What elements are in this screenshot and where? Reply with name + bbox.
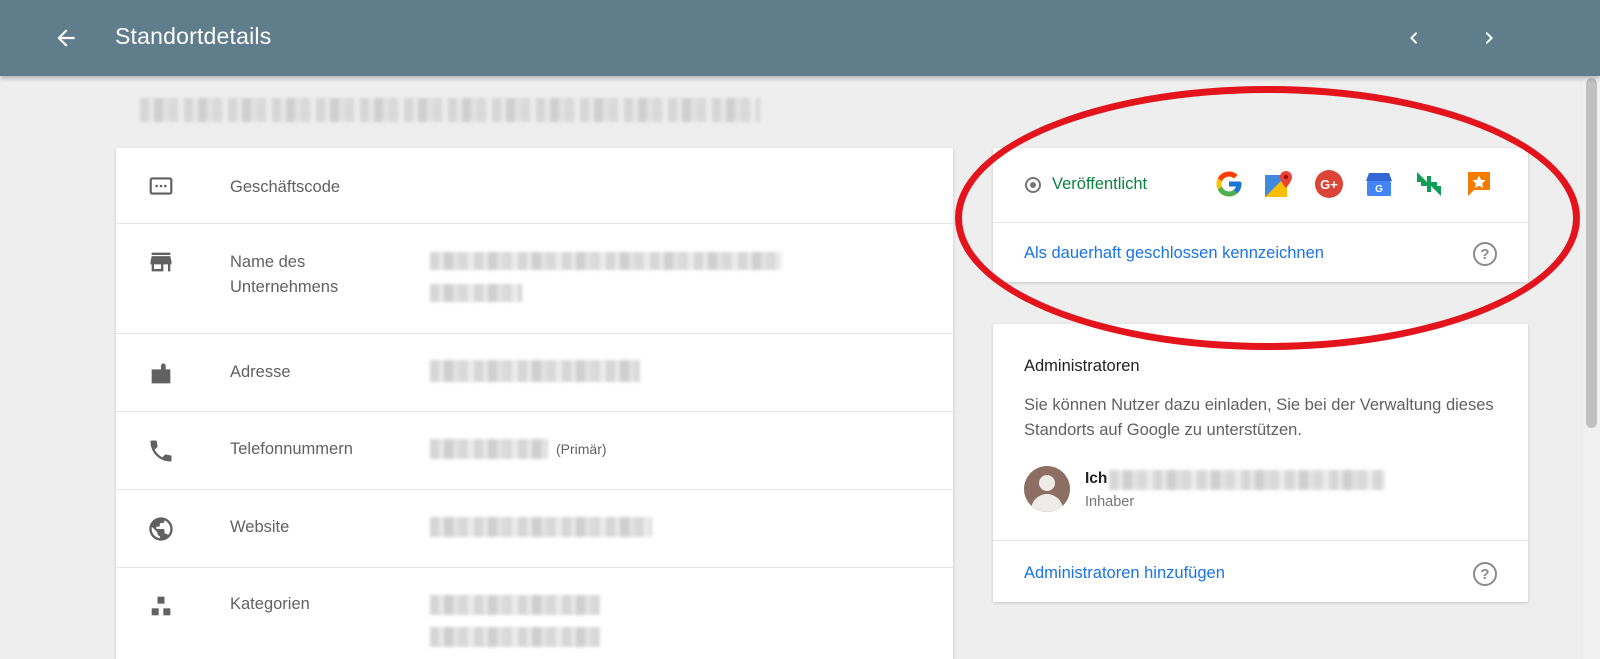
row-categories[interactable]: Kategorien xyxy=(116,568,953,659)
administrators-description: Sie können Nutzer dazu einladen, Sie bei… xyxy=(1024,396,1494,439)
back-button[interactable] xyxy=(50,22,82,54)
globe-icon xyxy=(147,515,175,543)
status-card-divider xyxy=(993,222,1528,223)
administrators-heading: Administratoren xyxy=(1024,357,1140,375)
avatar-body xyxy=(1031,494,1063,512)
help-icon[interactable]: ? xyxy=(1473,242,1497,266)
admin-role: Inhaber xyxy=(1085,494,1135,510)
address-icon xyxy=(147,360,175,388)
next-location-button[interactable] xyxy=(1475,24,1503,52)
avatar xyxy=(1024,466,1070,512)
published-status-icon xyxy=(1025,177,1041,193)
google-maps-icon[interactable] xyxy=(1263,168,1295,200)
publish-status-card: Veröffentlicht G+ G Als dauerhaft geschl… xyxy=(993,148,1528,282)
label-phone: Telefonnummern xyxy=(230,440,353,458)
page-scrollbar-thumb[interactable] xyxy=(1586,78,1597,428)
mark-permanently-closed-link[interactable]: Als dauerhaft geschlossen kennzeichnen xyxy=(1024,244,1324,263)
location-details-card: Geschäftscode Name des Unternehmens Adre… xyxy=(116,148,953,659)
blurred-website-url xyxy=(430,517,652,537)
phone-icon xyxy=(147,437,175,465)
reviews-star-icon[interactable] xyxy=(1463,168,1495,200)
admin-name: Ich xyxy=(1085,470,1108,487)
blurred-phone-number xyxy=(430,439,548,459)
svg-text:G: G xyxy=(1375,184,1383,195)
app-bar: Standortdetails xyxy=(0,0,1600,76)
page-title: Standortdetails xyxy=(115,23,272,49)
blurred-business-name-line1 xyxy=(430,252,782,270)
blurred-address xyxy=(430,360,640,382)
google-plus-icon[interactable]: G+ xyxy=(1313,168,1345,200)
store-icon xyxy=(147,248,175,276)
svg-text:G+: G+ xyxy=(1320,177,1338,192)
blurred-category-secondary xyxy=(430,627,600,647)
add-administrators-link[interactable]: Administratoren hinzufügen xyxy=(1024,564,1225,583)
chevron-left-icon xyxy=(1410,32,1418,44)
help-icon[interactable]: ? xyxy=(1473,562,1497,586)
administrators-card: Administratoren Sie können Nutzer dazu e… xyxy=(993,324,1528,602)
label-address: Adresse xyxy=(230,363,291,381)
row-website[interactable]: Website xyxy=(116,490,953,568)
admin-card-divider xyxy=(993,540,1528,541)
blurred-location-name xyxy=(140,98,760,122)
reviews-swap-icon[interactable] xyxy=(1413,168,1445,200)
published-status-label: Veröffentlicht xyxy=(1052,175,1148,193)
help-glyph: ? xyxy=(1480,565,1490,583)
business-code-icon xyxy=(147,172,175,200)
blurred-admin-email xyxy=(1109,470,1385,490)
help-glyph: ? xyxy=(1480,245,1490,263)
previous-location-button[interactable] xyxy=(1400,24,1428,52)
label-website: Website xyxy=(230,518,290,536)
google-my-business-icon[interactable]: G xyxy=(1363,168,1395,200)
phone-primary-tag: (Primär) xyxy=(556,441,607,457)
label-categories: Kategorien xyxy=(230,595,310,613)
label-business-name: Name des Unternehmens xyxy=(230,253,339,296)
blurred-business-name-line2 xyxy=(430,284,522,302)
label-business-code: Geschäftscode xyxy=(230,178,341,196)
arrow-back-icon xyxy=(57,29,75,47)
row-address[interactable]: Adresse xyxy=(116,334,953,412)
avatar-head xyxy=(1039,475,1055,491)
google-search-icon[interactable] xyxy=(1213,168,1245,200)
categories-icon xyxy=(147,592,175,620)
row-business-name[interactable]: Name des Unternehmens xyxy=(116,224,953,334)
row-business-code[interactable]: Geschäftscode xyxy=(116,148,953,224)
row-phone[interactable]: Telefonnummern (Primär) xyxy=(116,412,953,490)
blurred-category-primary xyxy=(430,595,600,615)
chevron-right-icon xyxy=(1485,32,1493,44)
